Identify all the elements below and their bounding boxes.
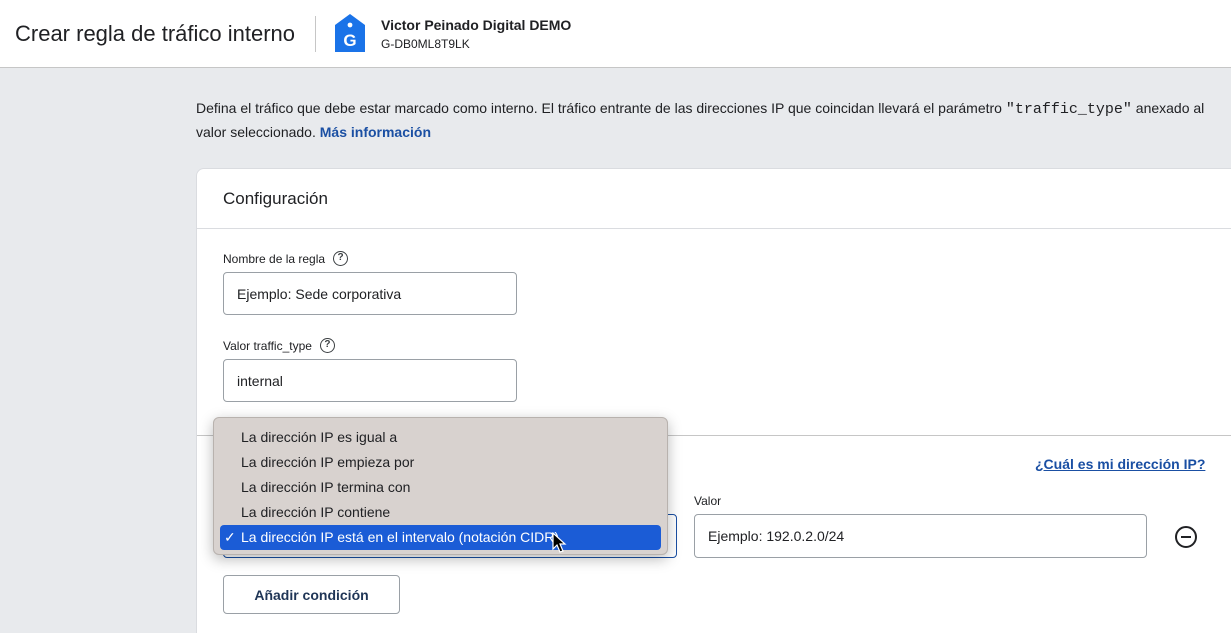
what-is-my-ip-link[interactable]: ¿Cuál es mi dirección IP? <box>1035 456 1205 472</box>
dropdown-option-cidr[interactable]: ✓ La dirección IP está en el intervalo (… <box>220 525 661 550</box>
dropdown-option-equals[interactable]: La dirección IP es igual a <box>220 425 661 450</box>
configuration-card: Configuración Nombre de la regla ? Ejemp… <box>196 168 1231 633</box>
traffic-type-label: Valor traffic_type ? <box>223 338 335 353</box>
help-icon[interactable]: ? <box>333 251 349 266</box>
option-label: La dirección IP es igual a <box>241 429 398 445</box>
option-label: La dirección IP contiene <box>241 504 391 520</box>
svg-text:G: G <box>343 31 356 50</box>
top-bar: Crear regla de tráfico interno G Victor … <box>0 0 1231 68</box>
match-type-dropdown: La dirección IP es igual a La dirección … <box>213 417 668 555</box>
remove-icon[interactable] <box>1175 526 1197 548</box>
ip-value-input[interactable]: Ejemplo: 192.0.2.0/24 <box>694 514 1147 558</box>
option-label: La dirección IP empieza por <box>241 454 415 470</box>
account-id: G-DB0ML8T9LK <box>381 37 470 51</box>
account-name[interactable]: Victor Peinado Digital DEMO <box>381 17 571 33</box>
dropdown-option-contains[interactable]: La dirección IP contiene <box>220 500 661 525</box>
rule-name-label: Nombre de la regla ? <box>223 251 349 266</box>
more-info-link[interactable]: Más información <box>320 124 431 140</box>
intro-text-before: Defina el tráfico que debe estar marcado… <box>196 100 1006 116</box>
card-title: Configuración <box>223 189 328 208</box>
header-divider <box>315 16 316 52</box>
traffic-type-code: "traffic_type" <box>1005 101 1132 118</box>
check-icon: ✓ <box>224 529 236 545</box>
cursor-icon <box>552 532 567 553</box>
option-label: La dirección IP está en el intervalo (no… <box>241 529 560 545</box>
dropdown-option-ends-with[interactable]: La dirección IP termina con <box>220 475 661 500</box>
card-divider <box>197 228 1231 229</box>
page-title: Crear regla de tráfico interno <box>15 21 296 46</box>
value-label: Valor <box>694 494 722 508</box>
help-icon[interactable]: ? <box>319 338 335 353</box>
intro-text: Defina el tráfico que debe estar marcado… <box>196 97 1231 144</box>
ga-tag-icon: G <box>335 14 365 52</box>
traffic-type-input[interactable]: internal <box>223 359 517 402</box>
dropdown-option-starts-with[interactable]: La dirección IP empieza por <box>220 450 661 475</box>
rule-name-label-text: Nombre de la regla <box>223 251 326 266</box>
traffic-type-label-text: Valor traffic_type <box>223 338 312 353</box>
rule-name-input[interactable]: Ejemplo: Sede corporativa <box>223 272 517 315</box>
option-label: La dirección IP termina con <box>241 479 411 495</box>
add-condition-button[interactable]: Añadir condición <box>223 575 400 614</box>
